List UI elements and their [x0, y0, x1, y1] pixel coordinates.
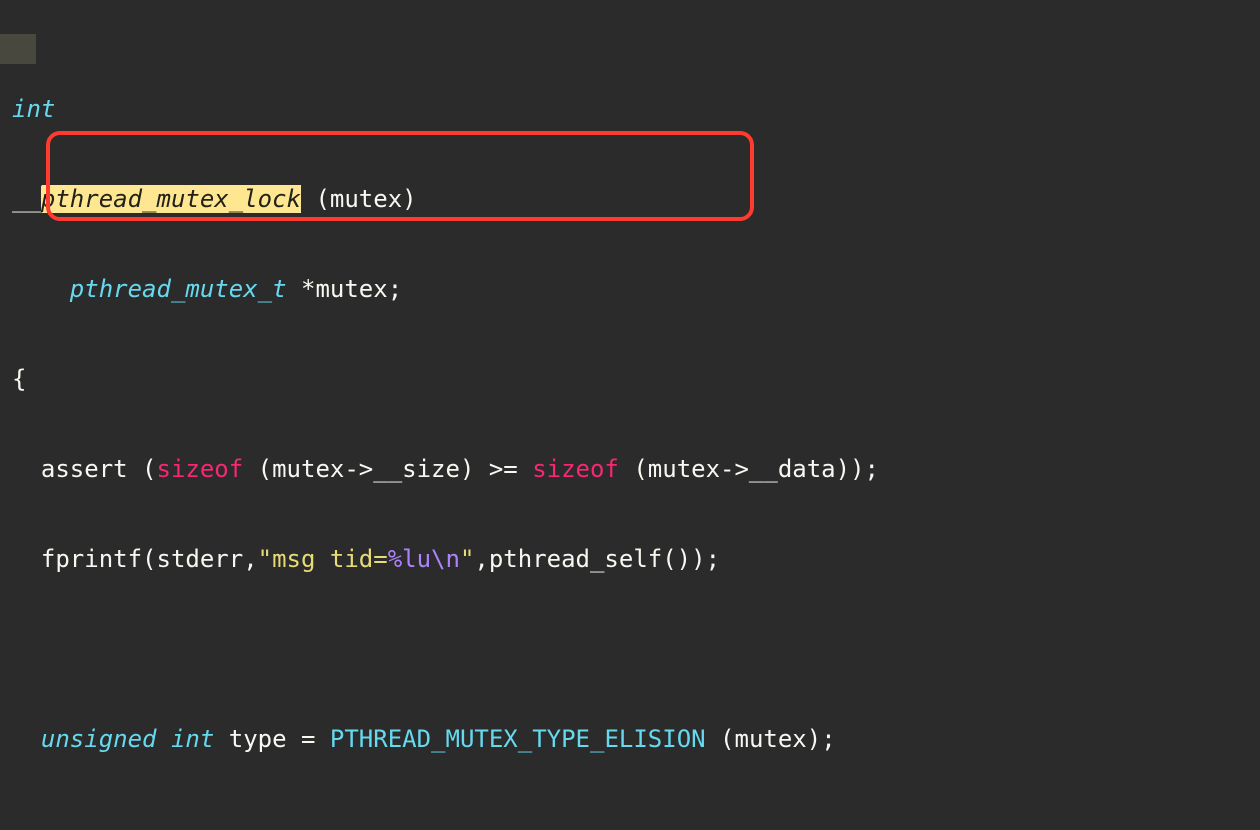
code-line[interactable]: pthread_mutex_t *mutex; [0, 274, 1260, 304]
code-line[interactable]: __pthread_mutex_lock (mutex) [0, 184, 1260, 214]
gutter-change-mark [0, 34, 36, 64]
text: ,pthread_self()); [474, 545, 720, 573]
text: (mutex); [706, 725, 836, 753]
code-line[interactable]: int [0, 94, 1260, 124]
string: " [460, 545, 474, 573]
text: (mutex->__data)); [619, 455, 879, 483]
text: (mutex->__size) >= [243, 455, 532, 483]
string: "msg tid= [258, 545, 388, 573]
code-line[interactable]: fprintf(stderr,"msg tid=%lu\n",pthread_s… [0, 544, 1260, 574]
type: pthread_mutex_t [70, 275, 287, 303]
text: (mutex) [301, 185, 417, 213]
keyword-int: int [171, 725, 214, 753]
text: assert ( [12, 455, 157, 483]
code-line[interactable] [0, 814, 1260, 830]
keyword-unsigned: unsigned [41, 725, 157, 753]
search-match: pthread_mutex_lock [41, 185, 301, 213]
code-line[interactable]: { [0, 364, 1260, 394]
code-line[interactable]: assert (sizeof (mutex->__size) >= sizeof… [0, 454, 1260, 484]
keyword-int: int [12, 95, 55, 123]
text: fprintf(stderr, [12, 545, 258, 573]
keyword-sizeof: sizeof [157, 455, 244, 483]
code-editor[interactable]: int __pthread_mutex_lock (mutex) pthread… [0, 0, 1260, 830]
text: type = [214, 725, 330, 753]
brace: { [12, 365, 26, 393]
code-line[interactable]: unsigned int type = PTHREAD_MUTEX_TYPE_E… [0, 724, 1260, 754]
keyword-sizeof: sizeof [532, 455, 619, 483]
text: *mutex; [287, 275, 403, 303]
macro: PTHREAD_MUTEX_TYPE_ELISION [330, 725, 706, 753]
escape: %lu\n [388, 545, 460, 573]
code-line[interactable] [0, 634, 1260, 664]
